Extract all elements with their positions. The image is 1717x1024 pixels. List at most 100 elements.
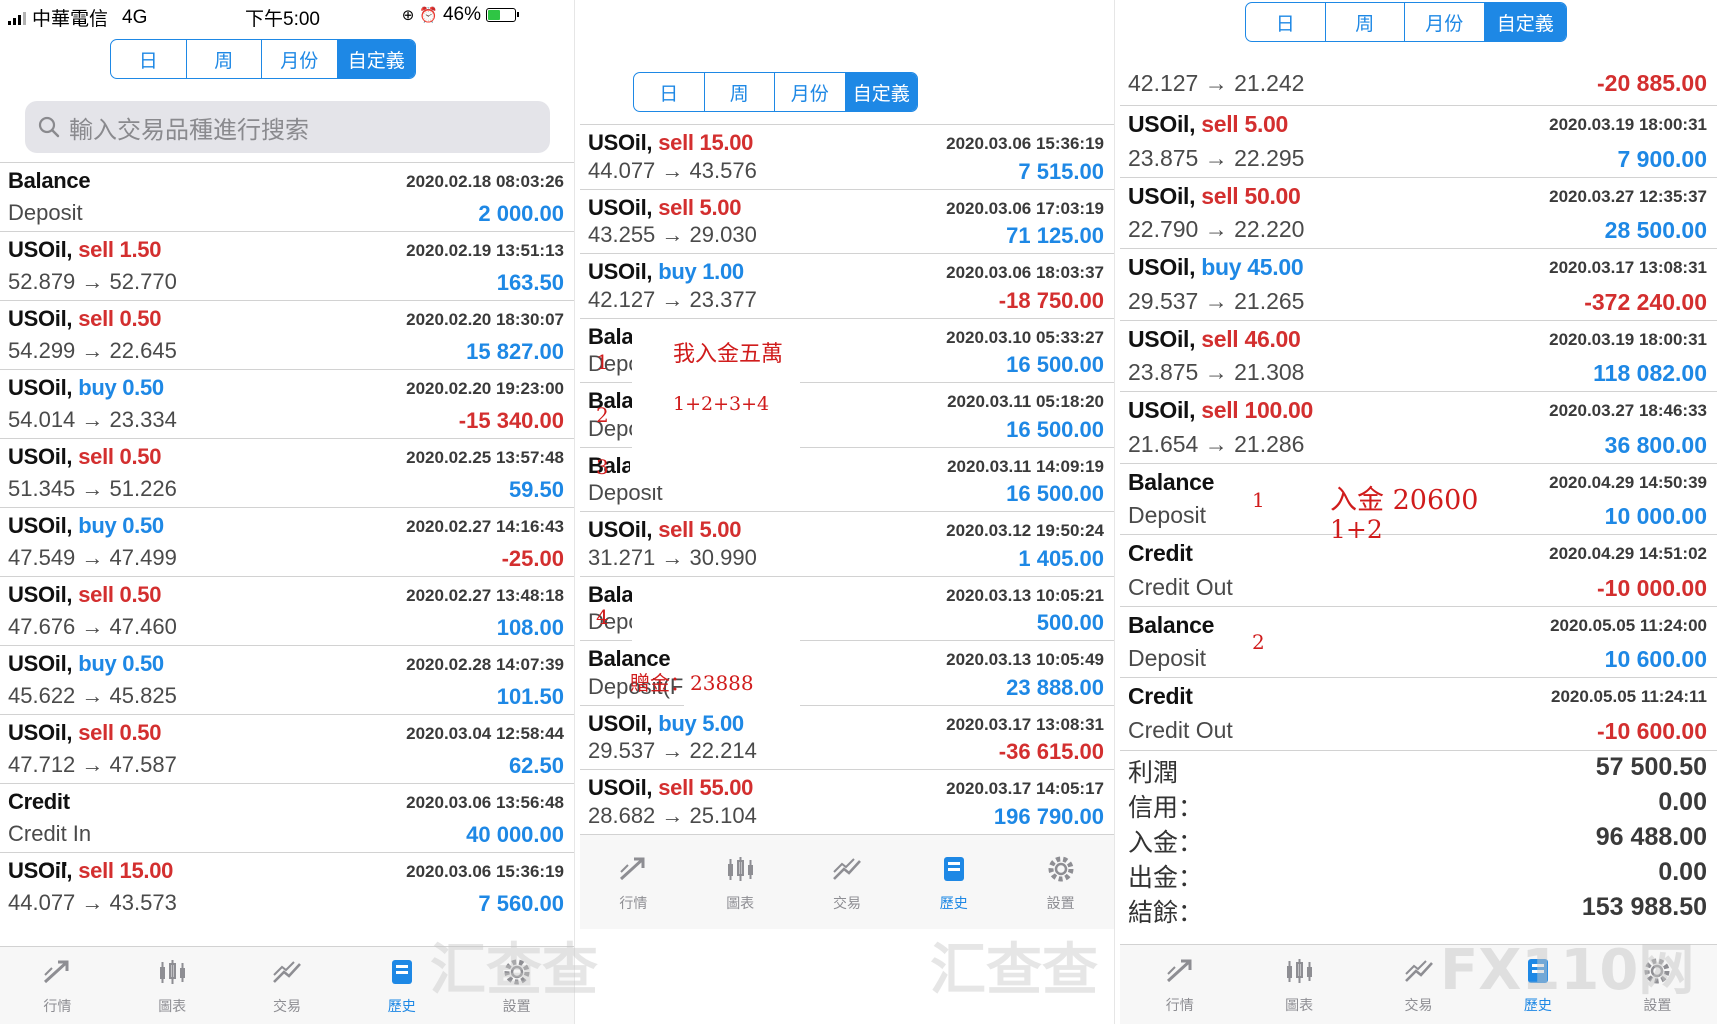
segment-week[interactable]: 周 xyxy=(705,73,775,111)
list-item[interactable]: Balance Deposit 2020.05.05 11:24:00 10 600.… xyxy=(1120,605,1717,678)
segment-month[interactable]: 月份 xyxy=(262,40,338,78)
tab-chart[interactable]: 圖表 xyxy=(687,835,794,929)
symbol-label: USOil, xyxy=(1128,254,1196,280)
tab-history[interactable]: 歷史 xyxy=(900,835,1007,929)
tab-quotes[interactable]: 行情 xyxy=(1120,945,1239,1024)
tab-chart[interactable]: 圖表 xyxy=(1239,945,1358,1024)
annotation-n2: 2 xyxy=(596,403,609,427)
row-subtitle: 44.077 → 43.576 xyxy=(588,157,757,183)
list-item[interactable]: USOil, sell 0.50 54.299 → 22.645 2020.02.20… xyxy=(0,300,574,369)
row-title: Credit xyxy=(1128,540,1193,567)
row-subtitle: Deposit xyxy=(8,200,83,225)
list-item[interactable]: Credit Credit Out 2020.04.29 14:51:02 -10 0… xyxy=(1120,534,1717,606)
list-item[interactable]: USOil, sell 0.50 47.676 → 47.460 2020.02.27… xyxy=(0,576,574,645)
direction-label: sell 100.00 xyxy=(1201,397,1314,423)
list-item[interactable]: USOil, sell 5.00 31.271 → 30.990 2020.03.12… xyxy=(580,511,1114,576)
search-placeholder: 輸入交易品種進行搜索 xyxy=(69,116,309,144)
segment-day[interactable]: 日 xyxy=(634,73,705,111)
period-segmented-control: 日 周 月份 自定義 xyxy=(1245,2,1567,42)
row-subtitle: 31.271 → 30.990 xyxy=(588,544,757,570)
summary-value: 0.00 xyxy=(1658,788,1707,816)
segment-custom[interactable]: 自定義 xyxy=(1484,3,1566,41)
tab-history[interactable]: 歷史 xyxy=(1478,945,1597,1024)
list-item[interactable]: USOil, sell 5.00 23.875 → 22.295 2020.03.19… xyxy=(1120,105,1717,177)
tab-label: 歷史 xyxy=(939,894,968,911)
direction-label: buy 0.50 xyxy=(78,375,164,400)
tab-settings[interactable]: 設置 xyxy=(1598,945,1717,1024)
profit-amount: 163.50 xyxy=(496,270,564,295)
list-item-partial[interactable]: 42.127 → 21.242 -20 885.00 xyxy=(1120,48,1717,105)
tab-quotes[interactable]: 行情 xyxy=(0,947,115,1024)
tab-settings[interactable]: 設置 xyxy=(459,947,574,1024)
profit-amount: 23 888.00 xyxy=(1006,674,1104,700)
timestamp: 2020.03.04 12:58:44 xyxy=(406,724,564,743)
history-list: USOil, sell 5.00 23.875 → 22.295 2020.03.19… xyxy=(1120,105,1717,749)
profit-amount: 118 082.00 xyxy=(1593,360,1707,386)
list-item[interactable]: USOil, sell 1.50 52.879 → 52.770 2020.02.19… xyxy=(0,231,574,300)
list-item[interactable]: USOil, buy 0.50 47.549 → 47.499 2020.02.27 … xyxy=(0,507,574,576)
tab-trade[interactable]: 交易 xyxy=(794,835,901,929)
list-item[interactable]: USOil, buy 45.00 29.537 → 21.265 2020.03.17… xyxy=(1120,248,1717,320)
timestamp: 2020.03.11 14:09:19 xyxy=(947,456,1104,476)
timestamp: 2020.03.19 18:00:31 xyxy=(1549,329,1707,349)
list-item[interactable]: USOil, sell 15.00 44.077 → 43.573 2020.03.0… xyxy=(0,852,574,921)
list-item[interactable]: USOil, sell 15.00 44.077 → 43.576 2020.03.0… xyxy=(580,124,1114,189)
row-subtitle: 28.682 → 25.104 xyxy=(588,802,757,828)
row-subtitle: 47.712 → 47.587 xyxy=(8,752,177,777)
row-subtitle: 52.879 → 52.770 xyxy=(8,269,177,294)
tab-bar: 行情 圖表 交易 歷史 設置 xyxy=(1120,944,1717,1024)
row-subtitle: 47.549 → 47.499 xyxy=(8,545,177,570)
history-list: USOil, sell 15.00 44.077 → 43.576 2020.03.0… xyxy=(580,124,1114,898)
list-item[interactable]: USOil, buy 0.50 54.014 → 23.334 2020.02.20 … xyxy=(0,369,574,438)
battery-percent: 46% xyxy=(442,4,481,25)
segment-custom[interactable]: 自定義 xyxy=(337,40,415,78)
tab-label: 設置 xyxy=(1046,894,1075,911)
symbol-label: USOil, xyxy=(588,194,653,220)
list-item[interactable]: USOil, sell 50.00 22.790 → 22.220 2020.03.2… xyxy=(1120,176,1717,249)
tab-quotes[interactable]: 行情 xyxy=(580,835,687,929)
list-item[interactable]: USOil, buy 0.50 45.622 → 45.825 2020.02.28 … xyxy=(0,645,574,714)
row-subtitle: 44.077 → 43.573 xyxy=(8,890,177,915)
segment-week[interactable]: 周 xyxy=(187,40,262,78)
timestamp: 2020.03.27 12:35:37 xyxy=(1549,186,1707,206)
history-panel-1: 中華電信 4G 下午5:00 ⊕ ⏰ 46% 日 周 月份 自定義 輸入交易品種… xyxy=(0,0,575,1024)
row-title: Balance xyxy=(1128,612,1214,639)
signal-icon xyxy=(8,11,26,25)
profit-amount: -15 340.00 xyxy=(458,408,564,433)
list-item[interactable]: USOil, sell 55.00 28.682 → 25.104 2020.03.1… xyxy=(580,769,1114,834)
list-item[interactable]: Credit Credit In 2020.03.06 13:56:48 40 000… xyxy=(0,783,574,852)
timestamp: 2020.02.28 14:07:39 xyxy=(406,655,564,674)
segment-week[interactable]: 周 xyxy=(1326,3,1405,41)
search-input[interactable]: 輸入交易品種進行搜索 xyxy=(25,101,550,153)
segment-month[interactable]: 月份 xyxy=(1405,3,1485,41)
list-item[interactable]: USOil, sell 0.50 47.712 → 47.587 2020.03.04… xyxy=(0,714,574,783)
row-subtitle: 42.127 → 23.377 xyxy=(588,286,757,312)
account-summary: 利潤 57 500.50 信用： 0.00 入金： 96 488.00 出金： 0.00 結餘：… xyxy=(1120,750,1717,927)
list-item[interactable]: USOil, sell 5.00 43.255 → 29.030 2020.03.06… xyxy=(580,188,1114,254)
row-subtitle: 22.790 → 22.220 xyxy=(1128,216,1305,242)
list-item[interactable]: USOil, sell 0.50 51.345 → 51.226 2020.02.25… xyxy=(0,438,574,507)
segment-day[interactable]: 日 xyxy=(1246,3,1326,41)
tab-trade[interactable]: 交易 xyxy=(1359,945,1478,1024)
list-item[interactable]: USOil, sell 100.00 21.654 → 21.286 2020.03.… xyxy=(1120,391,1717,463)
tab-chart[interactable]: 圖表 xyxy=(115,947,230,1024)
annotation-deposit: 我入金五萬 xyxy=(673,342,784,367)
list-item[interactable]: USOil, buy 5.00 29.537 → 22.214 2020.03.17 … xyxy=(580,704,1114,770)
list-item[interactable]: Balance Deposit 2020.02.18 08:03:26 2 000.0… xyxy=(0,162,574,231)
profit-amount: 101.50 xyxy=(496,684,564,709)
summary-row: 利潤 57 500.50 xyxy=(1120,751,1717,787)
list-item[interactable]: USOil, buy 1.00 42.127 → 23.377 2020.03.06 … xyxy=(580,253,1114,318)
segment-day[interactable]: 日 xyxy=(111,40,187,78)
list-item[interactable]: USOil, sell 46.00 23.875 → 21.308 2020.03.1… xyxy=(1120,319,1717,392)
tab-label: 交易 xyxy=(1404,997,1433,1013)
segment-custom[interactable]: 自定義 xyxy=(845,73,917,111)
profit-amount: 36 800.00 xyxy=(1604,431,1707,458)
tab-trade[interactable]: 交易 xyxy=(230,947,345,1024)
list-item[interactable]: Credit Credit Out 2020.05.05 11:24:11 -10 6… xyxy=(1120,677,1717,749)
tab-settings[interactable]: 設置 xyxy=(1007,835,1114,929)
tab-history[interactable]: 歷史 xyxy=(344,947,459,1024)
segment-month[interactable]: 月份 xyxy=(775,73,846,111)
timestamp: 2020.03.06 18:03:37 xyxy=(946,263,1104,282)
timestamp: 2020.02.19 13:51:13 xyxy=(406,241,564,260)
profit-amount: -20 885.00 xyxy=(1597,70,1707,96)
